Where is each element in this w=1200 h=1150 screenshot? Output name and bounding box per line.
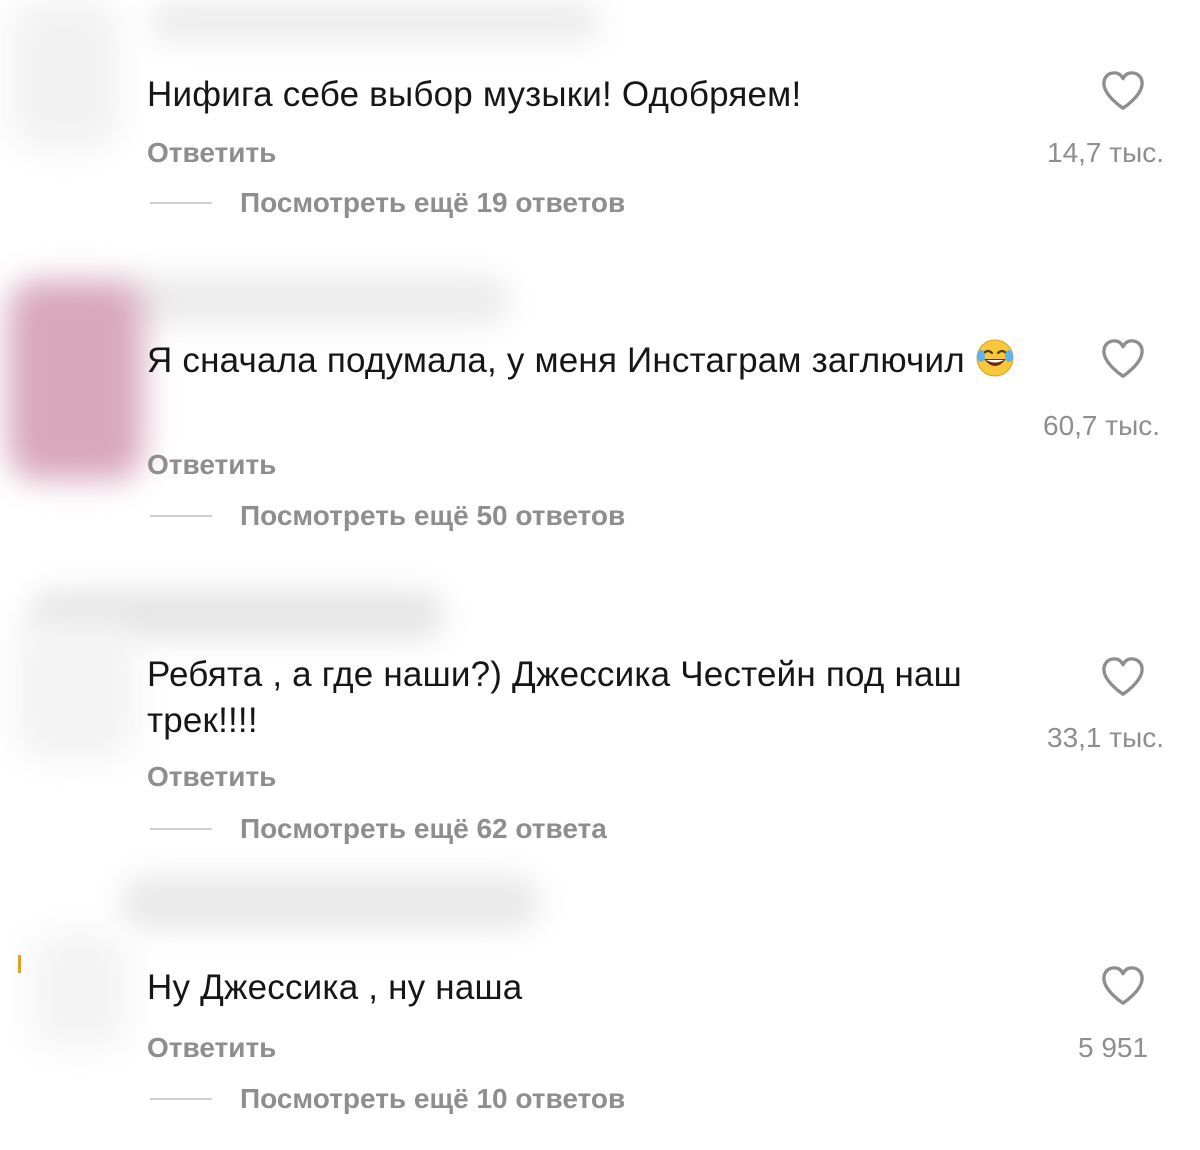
like-count: 5 951 bbox=[1078, 1032, 1149, 1063]
avatar-blur bbox=[8, 280, 143, 480]
comment-3: Ребята , а где наши?) Джессика Честейн п… bbox=[0, 570, 1200, 870]
avatar-blur bbox=[30, 930, 130, 1050]
comment-text: Ребята , а где наши?) Джессика Честейн п… bbox=[147, 655, 962, 740]
view-more-label: Посмотреть ещё 19 ответов bbox=[240, 187, 626, 218]
heart-icon[interactable] bbox=[1100, 965, 1146, 1007]
reply-button[interactable]: Ответить bbox=[147, 1032, 276, 1064]
like-count: 60,7 тыс. bbox=[1043, 410, 1161, 441]
comment-1: Нифига себе выбор музыки! Одобряем! Отве… bbox=[0, 0, 1200, 250]
like-count: 14,7 тыс. bbox=[1047, 137, 1165, 168]
avatar-blur bbox=[15, 620, 135, 760]
view-more-replies[interactable]: Посмотреть ещё 19 ответов bbox=[150, 187, 625, 219]
like-count: 33,1 тыс. bbox=[1047, 722, 1165, 753]
heart-icon[interactable] bbox=[1100, 70, 1146, 112]
username-blur bbox=[150, 2, 600, 42]
divider-line bbox=[150, 828, 212, 830]
reply-button[interactable]: Ответить bbox=[147, 137, 276, 169]
divider-line bbox=[150, 1098, 212, 1100]
username-blur bbox=[120, 275, 510, 325]
heart-icon[interactable] bbox=[1100, 338, 1146, 380]
edge-artifact bbox=[18, 955, 21, 973]
view-more-label: Посмотреть ещё 50 ответов bbox=[240, 500, 626, 531]
comment-2: Я сначала подумала, у меня Инстаграм заг… bbox=[0, 250, 1200, 570]
view-more-label: Посмотреть ещё 62 ответа bbox=[240, 813, 607, 844]
divider-line bbox=[150, 515, 212, 517]
reply-button[interactable]: Ответить bbox=[147, 761, 276, 793]
avatar-blur bbox=[10, 0, 120, 150]
comment-text: Ну Джессика , ну наша bbox=[147, 968, 523, 1007]
view-more-label: Посмотреть ещё 10 ответов bbox=[240, 1083, 626, 1114]
comment-text: Я сначала подумала, у меня Инстаграм заг… bbox=[147, 338, 1027, 384]
laughing-emoji-icon bbox=[976, 339, 1014, 377]
view-more-replies[interactable]: Посмотреть ещё 10 ответов bbox=[150, 1083, 625, 1115]
comment-4: Ну Джессика , ну наша Ответить Посмотрет… bbox=[0, 870, 1200, 1150]
view-more-replies[interactable]: Посмотреть ещё 50 ответов bbox=[150, 500, 625, 532]
heart-icon[interactable] bbox=[1100, 656, 1146, 698]
comment-text-body: Я сначала подумала, у меня Инстаграм заг… bbox=[147, 341, 965, 380]
divider-line bbox=[150, 202, 212, 204]
reply-button[interactable]: Ответить bbox=[147, 449, 276, 481]
comment-text: Нифига себе выбор музыки! Одобряем! bbox=[147, 75, 802, 114]
username-blur bbox=[120, 875, 540, 930]
view-more-replies[interactable]: Посмотреть ещё 62 ответа bbox=[150, 813, 607, 845]
